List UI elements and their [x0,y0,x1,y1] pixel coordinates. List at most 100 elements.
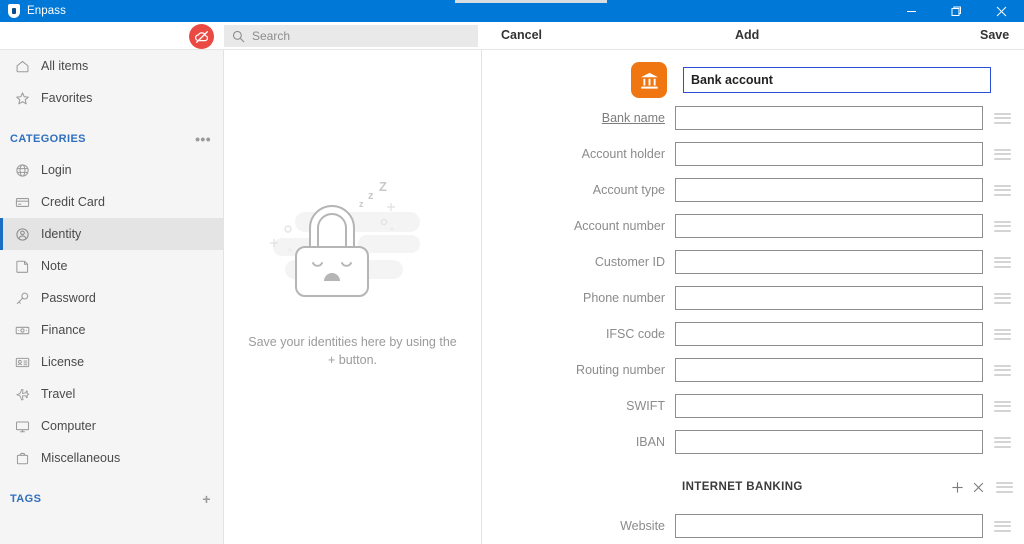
field-input-customer-id[interactable] [675,250,983,274]
sidebar-item-label: Password [41,291,96,305]
field-input-phone-number[interactable] [675,286,983,310]
drag-handle-icon[interactable] [994,113,1011,124]
field-input-iban[interactable] [675,430,983,454]
drag-handle-icon[interactable] [994,401,1011,412]
tags-section-header: TAGS + [0,484,223,514]
field-row-swift: SWIFT [483,390,1024,422]
banknote-icon [14,322,31,339]
field-input-ifsc-code[interactable] [675,322,983,346]
page-title: Add [735,28,759,42]
item-title-input[interactable] [683,67,991,93]
field-row-phone-number: Phone number [483,282,1024,314]
drag-handle-icon[interactable] [994,521,1011,532]
sidebar-item-identity[interactable]: Identity [0,218,223,250]
window-controls [889,0,1024,22]
drag-handle-icon[interactable] [994,257,1011,268]
drag-handle-icon[interactable] [994,365,1011,376]
field-row-iban: IBAN [483,426,1024,458]
drag-handle-icon[interactable] [994,221,1011,232]
plane-icon [14,386,31,403]
sleeping-lock-illustration: z z Z [253,180,453,315]
sidebar: All items Favorites CATEGORIES ••• Login [0,50,224,544]
sidebar-item-miscellaneous[interactable]: Miscellaneous [0,442,223,474]
monitor-icon [14,418,31,435]
field-row-account-type: Account type [483,174,1024,206]
sidebar-item-label: Login [41,163,72,177]
star-icon [14,90,31,107]
close-icon[interactable] [972,481,985,494]
sidebar-item-note[interactable]: Note [0,250,223,282]
item-editor-panel: Bank name Account holder Account type Ac… [483,50,1024,544]
cancel-button[interactable]: Cancel [501,28,542,42]
maximize-button[interactable] [934,0,979,22]
tags-label: TAGS [10,493,41,505]
ellipsis-icon[interactable]: ••• [195,132,211,146]
svg-text:z: z [368,190,374,202]
field-row-bank-name: Bank name [483,102,1024,134]
note-icon [14,258,31,275]
sidebar-item-label: Travel [41,387,75,401]
bank-icon[interactable] [631,62,667,98]
field-input-account-number[interactable] [675,214,983,238]
sidebar-item-password[interactable]: Password [0,282,223,314]
section-header-internet-banking: INTERNET BANKING [483,470,1024,504]
globe-icon [14,162,31,179]
id-card-icon [14,354,31,371]
sidebar-item-license[interactable]: License [0,346,223,378]
field-label: Account holder [483,147,675,161]
categories-label: CATEGORIES [10,133,86,145]
field-input-account-holder[interactable] [675,142,983,166]
sidebar-item-favorites[interactable]: Favorites [0,82,223,114]
sidebar-item-travel[interactable]: Travel [0,378,223,410]
search-input[interactable] [252,29,452,43]
sidebar-item-computer[interactable]: Computer [0,410,223,442]
close-button[interactable] [979,0,1024,22]
field-input-routing-number[interactable] [675,358,983,382]
drag-handle-icon[interactable] [994,329,1011,340]
window-drag-grip[interactable] [455,0,607,3]
field-input-account-type[interactable] [675,178,983,202]
sidebar-item-label: Favorites [41,91,92,105]
field-label: Account number [483,219,675,233]
sidebar-item-credit-card[interactable]: Credit Card [0,186,223,218]
field-row-account-holder: Account holder [483,138,1024,170]
sidebar-item-login[interactable]: Login [0,154,223,186]
plus-icon[interactable]: + [202,492,211,506]
identity-icon [14,226,31,243]
field-label: Account type [483,183,675,197]
categories-section-header: CATEGORIES ••• [0,124,223,154]
field-input-bank-name[interactable] [675,106,983,130]
field-label: Website [483,519,675,533]
field-input-swift[interactable] [675,394,983,418]
svg-text:Z: Z [379,180,387,194]
drag-handle-icon[interactable] [996,482,1013,493]
credit-card-icon [14,194,31,211]
drag-handle-icon[interactable] [994,149,1011,160]
cloud-off-icon[interactable] [189,24,214,49]
field-label: IBAN [483,435,675,449]
sidebar-item-all-items[interactable]: All items [0,50,223,82]
sidebar-item-label: Note [41,259,67,273]
search-icon [232,30,245,43]
field-label: Phone number [483,291,675,305]
sidebar-item-label: Identity [41,227,81,241]
drag-handle-icon[interactable] [994,293,1011,304]
field-label[interactable]: Bank name [483,111,675,125]
item-title-row [483,50,1024,98]
save-button[interactable]: Save [980,28,1009,42]
field-row-customer-id: Customer ID [483,246,1024,278]
field-row-account-number: Account number [483,210,1024,242]
section-actions [943,481,1024,494]
field-input-website[interactable] [675,514,983,538]
minimize-button[interactable] [889,0,934,22]
field-label: IFSC code [483,327,675,341]
search-box[interactable] [224,25,478,47]
plus-icon[interactable] [951,481,964,494]
field-label: Routing number [483,363,675,377]
drag-handle-icon[interactable] [994,437,1011,448]
empty-state-message: Save your identities here by using the +… [245,333,460,369]
svg-text:z: z [359,199,364,209]
sidebar-item-finance[interactable]: Finance [0,314,223,346]
drag-handle-icon[interactable] [994,185,1011,196]
field-label: SWIFT [483,399,675,413]
